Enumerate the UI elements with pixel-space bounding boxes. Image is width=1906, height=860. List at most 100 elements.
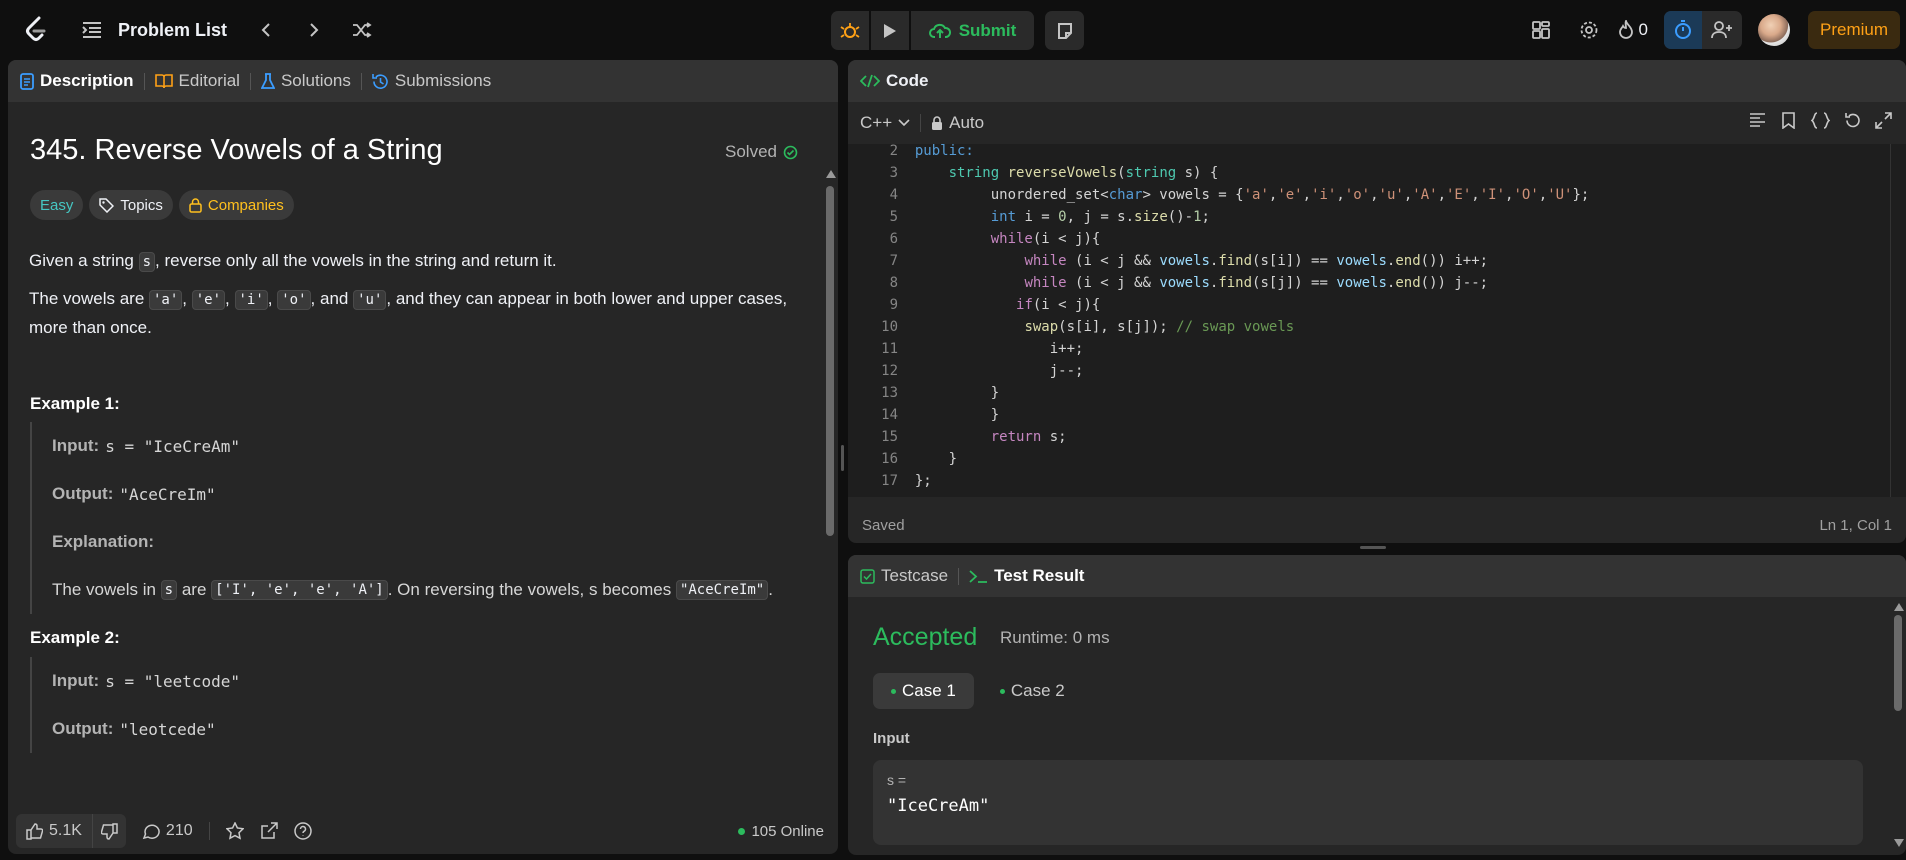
settings-button[interactable] [1572,13,1606,47]
terminal-icon [969,569,988,583]
add-user-icon [1711,21,1732,39]
tab-submissions[interactable]: Submissions [372,71,491,91]
thumbs-down-icon [100,822,118,840]
layout-button[interactable] [1524,13,1558,47]
dislike-button[interactable] [91,814,126,848]
line-number: 7 [889,253,898,269]
description-scrollbar[interactable] [826,170,836,854]
next-problem-button[interactable] [297,13,331,47]
question-circle-icon [293,822,312,840]
expand-icon[interactable] [1875,112,1892,129]
share-button[interactable] [260,822,278,840]
line-number: 16 [881,451,898,467]
code-line: 13 } [848,382,1888,404]
inline-code: 'i' [234,290,268,310]
line-number: 11 [881,341,898,357]
expl-text: . [768,580,773,599]
random-problem-button[interactable] [345,13,379,47]
leetcode-logo-icon[interactable] [20,14,52,46]
mode-label: Auto [949,113,985,132]
vertical-resize-handle[interactable] [841,445,844,471]
submit-button[interactable]: Submit [911,11,1034,50]
code-line: 4 unordered_set<char> vowels = {'a','e',… [848,184,1888,206]
editor-scrollbar[interactable] [1890,144,1904,497]
timer-group [1663,11,1742,49]
result-scrollbar[interactable] [1894,603,1904,851]
tag-icon [99,197,115,213]
topics-tag[interactable]: Topics [89,190,173,220]
problem-list-link[interactable]: Problem List [82,20,227,41]
run-button[interactable] [871,11,909,50]
premium-button[interactable]: Premium [1807,11,1900,49]
invite-button[interactable] [1702,11,1742,49]
tab-test-result[interactable]: Test Result [969,566,1084,586]
submit-label: Submit [958,20,1017,40]
chevron-left-icon [261,23,270,37]
problem-title[interactable]: 345. Reverse Vowels of a String [30,134,443,167]
scroll-thumb[interactable] [1894,615,1902,711]
solved-label: Solved [725,142,777,161]
code-editor[interactable]: 2 public: 3 string reverseVowels(string … [848,144,1906,497]
editor-toolbar: C++ Auto [848,102,1906,144]
input-value: s = "IceCreAm" [105,436,241,456]
prev-problem-button[interactable] [249,13,283,47]
code-line: 14 } [848,404,1888,426]
favorite-button[interactable] [225,822,244,840]
reset-icon[interactable] [1844,112,1861,129]
problem-tags: Easy Topics Companies [30,190,294,220]
scroll-thumb[interactable] [826,186,834,536]
companies-tag[interactable]: Companies [178,190,294,220]
output-label: Output: [52,719,114,738]
difficulty-badge: Easy [30,190,84,220]
inline-code: s [138,252,156,272]
description-panel: Description Editorial Solutions Submissi… [8,60,838,854]
example-2-title: Example 2: [30,628,120,647]
bookmark-icon[interactable] [1780,112,1797,129]
online-count: 105 Online [738,823,824,840]
document-icon [20,72,34,90]
case-2-label: Case 2 [1010,681,1065,700]
user-avatar[interactable] [1757,14,1790,46]
description-footer: 5.1K 210 105 Online [8,808,838,854]
tab-editorial[interactable]: Editorial [154,71,240,91]
help-button[interactable] [293,822,312,840]
tab-description-label: Description [40,71,134,90]
external-link-icon [260,822,278,839]
tab-divider [143,72,145,90]
inline-code: 'a' [149,290,183,310]
like-button[interactable]: 5.1K [16,822,92,840]
debug-button[interactable] [831,11,869,50]
horizontal-resize-handle[interactable] [1360,546,1386,549]
play-icon [884,23,896,38]
comment-count: 210 [165,822,193,839]
line-number: 14 [881,407,898,423]
expl-text: . On reversing the vowels, s becomes [387,580,672,599]
comments-button[interactable]: 210 [142,822,193,840]
language-select[interactable]: C++ [860,113,910,133]
case-2-tab[interactable]: Case 2 [982,673,1083,709]
timer-button[interactable] [1663,11,1702,49]
tab-submissions-label: Submissions [394,71,492,90]
description-paragraph-2: The vowels are 'a', 'e', 'i', 'o', and '… [29,289,788,337]
auto-mode-toggle[interactable]: Auto [931,113,984,133]
tab-solutions[interactable]: Solutions [260,71,351,91]
inline-code: s [160,580,178,600]
braces-icon[interactable] [1811,112,1830,129]
streak-counter[interactable]: 0 [1618,20,1648,40]
desc-text: The vowels are [29,289,149,308]
desc-text: , reverse only all the vowels in the str… [155,251,557,270]
tab-description[interactable]: Description [20,71,134,91]
format-icon[interactable] [1749,112,1766,129]
case-1-tab[interactable]: Case 1 [873,673,974,709]
online-dot [738,827,746,835]
notes-button[interactable] [1045,11,1084,50]
tab-editorial-label: Editorial [178,71,240,90]
tab-testcase[interactable]: Testcase [860,566,948,586]
code-line: 2 public: [848,144,1888,162]
explanation-label: Explanation: [52,532,155,551]
line-number: 17 [881,473,898,489]
run-submit-group: Submit [831,11,1034,50]
lock-icon [189,197,202,213]
note-icon [1057,22,1072,39]
description-paragraph-1: Given a string s, reverse only all the v… [29,247,819,276]
